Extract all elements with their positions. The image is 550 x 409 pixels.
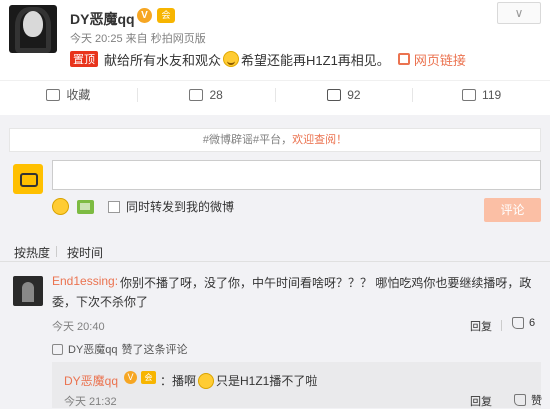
post-text-part1: 献给所有水友和观众 — [104, 52, 222, 68]
divider — [56, 246, 57, 257]
comment-icon — [327, 88, 342, 101]
reply-text-part1: ：播啊 — [160, 374, 197, 388]
surprised-emoji-icon — [198, 372, 215, 389]
laugh-emoji-icon — [223, 51, 240, 67]
thumbs-up-icon — [512, 317, 524, 329]
web-link-label: 网页链接 — [413, 52, 466, 68]
favorite-button[interactable]: 收藏 — [0, 81, 137, 108]
reply-box: DY恶魔qq V 会 ：播啊 只是H1Z1播不了啦 今天 21:32 回复 赞 — [52, 362, 542, 409]
comment-tools: 同时转发到我的微博 — [52, 198, 234, 215]
image-upload-icon[interactable] — [77, 199, 94, 214]
member-badge-icon: 会 — [157, 8, 175, 23]
forward-button[interactable]: 28 — [138, 81, 275, 108]
sort-bar: 按热度 按时间 — [0, 242, 550, 262]
star-icon — [46, 88, 61, 101]
post-meta: 今天 20:25 来自 秒拍网页版 — [70, 30, 206, 46]
reply-text-part2: 只是H1Z1播不了啦 — [216, 374, 318, 388]
comment-reply-button[interactable]: 回复 — [470, 318, 492, 334]
forward-checkbox-label: 同时转发到我的微博 — [126, 200, 235, 214]
post-menu-button[interactable]: ∨ — [497, 2, 541, 24]
post-source: 来自 秒拍网页版 — [125, 33, 206, 45]
commenter-avatar[interactable] — [13, 276, 43, 306]
notice-text: #微博辟谣#平台， — [202, 134, 293, 146]
forward-icon — [189, 88, 204, 101]
emoji-picker-icon[interactable] — [52, 198, 69, 215]
divider — [501, 320, 502, 331]
post-text-part2: 希望还能再H1Z1再相见。 — [241, 52, 390, 68]
reply-content: ：播啊 只是H1Z1播不了啦 — [160, 372, 317, 389]
post-card: DY恶魔qq V 会 今天 20:25 来自 秒拍网页版 ∨ 置顶 献给所有水友… — [0, 0, 550, 115]
current-user-avatar — [13, 164, 43, 194]
post-username[interactable]: DY恶魔qq — [70, 9, 135, 29]
pinned-tag: 置顶 — [70, 51, 98, 67]
sort-by-time-tab[interactable]: 按时间 — [67, 244, 103, 261]
comment-count: 92 — [347, 87, 361, 102]
liked-by-author: DY恶魔qq 赞了这条评论 — [52, 341, 188, 357]
verified-badge-icon: V — [137, 8, 152, 23]
sort-by-hot-tab[interactable]: 按热度 — [14, 244, 50, 261]
reply-like-button[interactable]: 赞 — [514, 392, 542, 408]
liked-by-text: 赞了这条评论 — [121, 344, 188, 356]
reply-time: 今天 21:32 — [64, 396, 117, 408]
like-button[interactable]: 119 — [413, 81, 550, 108]
comment-button[interactable]: 92 — [276, 81, 413, 108]
comment-like-count: 6 — [529, 317, 536, 329]
forward-count: 28 — [209, 87, 223, 102]
reply-username[interactable]: DY恶魔qq — [64, 372, 118, 389]
user-avatar[interactable] — [9, 5, 57, 53]
thumbs-up-icon — [52, 343, 63, 355]
post-time[interactable]: 今天 20:25 — [70, 33, 123, 45]
reply-like-label: 赞 — [531, 395, 542, 407]
commenter-username[interactable]: End1essing: — [52, 274, 118, 288]
member-badge-icon: 会 — [141, 371, 156, 384]
thumbs-up-icon — [462, 88, 477, 101]
reply-reply-button[interactable]: 回复 — [470, 393, 492, 409]
notice-highlight: 欢迎查阅！ — [292, 134, 348, 146]
comment-text: 你别不播了呀，没了你，中午时间看啥呀？？？ 哪怕吃鸡你也要继续播呀，政委，下次不… — [52, 276, 532, 309]
verified-badge-icon: V — [124, 371, 137, 384]
like-count: 119 — [482, 87, 502, 102]
rumor-notice[interactable]: #微博辟谣#平台，欢迎查阅！ — [9, 128, 541, 152]
comment-like-button[interactable]: 6 — [512, 317, 535, 329]
submit-comment-button[interactable]: 评论 — [484, 198, 541, 222]
comment-input[interactable] — [52, 160, 541, 190]
forward-checkbox[interactable] — [108, 200, 120, 213]
comment-time: 今天 20:40 — [52, 321, 105, 333]
liked-by-user[interactable]: DY恶魔qq — [68, 341, 118, 357]
thumbs-up-icon — [514, 394, 526, 406]
web-link[interactable]: 网页链接 — [397, 50, 466, 69]
post-content: 置顶 献给所有水友和观众 希望还能再H1Z1再相见。 网页链接 — [70, 50, 466, 68]
link-icon — [397, 53, 410, 65]
comment-panel: #微博辟谣#平台，欢迎查阅！ 同时转发到我的微博 评论 按热度 按时间 你别不播… — [0, 116, 550, 408]
favorite-label: 收藏 — [66, 88, 91, 102]
action-bar: 收藏 28 92 119 — [0, 80, 550, 108]
